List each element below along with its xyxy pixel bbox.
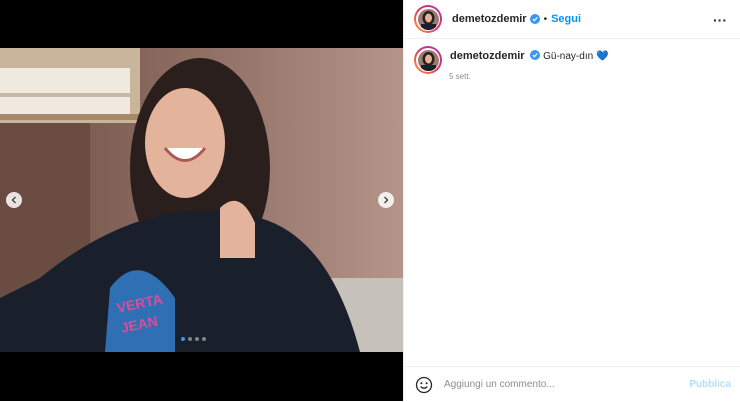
carousel-dot: [188, 337, 192, 341]
publish-button[interactable]: Pubblica: [689, 379, 731, 390]
caption-username-link[interactable]: demetozdemir: [450, 50, 525, 62]
post-timestamp: 5 sett.: [449, 72, 471, 81]
more-options-icon[interactable]: ···: [713, 12, 727, 28]
post-media: VERTA JEAN: [0, 0, 403, 401]
avatar[interactable]: [414, 5, 442, 33]
carousel-dot: [202, 337, 206, 341]
carousel-indicator: [181, 337, 206, 341]
carousel-dot: [195, 337, 199, 341]
separator-dot: •: [543, 13, 548, 25]
post-sidebar: demetozdemir • Segui ··· demetozdemir Gü…: [403, 0, 740, 401]
chevron-right-icon: [384, 196, 389, 204]
selfie-image: VERTA JEAN: [0, 48, 403, 352]
caption-text-block: demetozdemir Gü-nay-dın 💙: [450, 46, 608, 74]
follow-button[interactable]: Segui: [551, 13, 581, 25]
verified-badge-icon: [529, 14, 540, 24]
verified-badge-icon: [530, 50, 541, 60]
caption: demetozdemir Gü-nay-dın 💙: [414, 46, 608, 74]
blue-heart-emoji: 💙: [595, 51, 609, 62]
avatar-image: [417, 8, 439, 30]
comment-bar: Pubblica: [404, 366, 740, 402]
username-link[interactable]: demetozdemir: [452, 13, 527, 25]
comment-input[interactable]: [442, 378, 666, 391]
avatar-image: [417, 49, 439, 71]
caption-text: Gü-nay-dın: [543, 51, 594, 62]
previous-slide-button[interactable]: [6, 192, 22, 208]
carousel-dot: [181, 337, 185, 341]
chevron-left-icon: [11, 196, 16, 204]
next-slide-button[interactable]: [378, 192, 394, 208]
caption-avatar[interactable]: [414, 46, 442, 74]
post-header: demetozdemir • Segui ···: [404, 0, 740, 39]
post-photo: VERTA JEAN: [0, 48, 403, 352]
emoji-icon[interactable]: [415, 376, 433, 394]
